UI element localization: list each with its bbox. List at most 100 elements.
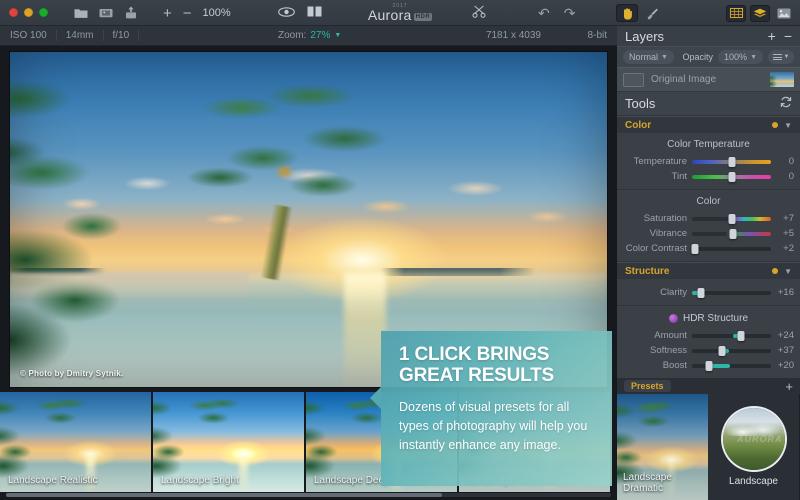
chevron-down-icon: ▼: [750, 53, 757, 61]
opacity-value: 100%: [724, 52, 748, 62]
group-title: Color Temperature: [667, 139, 750, 150]
filmstrip-item-0[interactable]: Landscape Realistic: [0, 392, 151, 492]
zoom-in-button[interactable]: +: [163, 6, 172, 21]
slider-clarity[interactable]: Clarity +16: [617, 285, 800, 300]
hand-tool-button[interactable]: [616, 4, 638, 22]
group-title: Color: [696, 196, 721, 207]
layer-row-original[interactable]: Original Image: [617, 67, 800, 92]
hamburger-icon: [772, 54, 782, 60]
slider-label: Softness: [650, 345, 687, 356]
slider-label: Color Contrast: [625, 243, 687, 254]
slider-color-contrast[interactable]: Color Contrast +2: [617, 241, 800, 256]
preset-label: Landscape: [729, 475, 778, 487]
reset-icon[interactable]: [780, 96, 792, 111]
zoom-button[interactable]: [39, 8, 48, 17]
slider-amount[interactable]: Amount +24: [617, 328, 800, 343]
layer-controls: Normal ▼ Opacity 100% ▼ ▼: [617, 46, 800, 67]
slider-value: +37: [777, 345, 794, 356]
zoom-selector[interactable]: Zoom: 27% ▼: [278, 30, 341, 41]
slider-track[interactable]: [692, 287, 771, 298]
layer-menu-button[interactable]: ▼: [768, 50, 794, 64]
group-title: HDR Structure: [682, 313, 748, 324]
close-button[interactable]: [9, 8, 18, 17]
slider-vibrance[interactable]: Vibrance +5: [617, 226, 800, 241]
image-dimensions: 7181 x 4039: [485, 30, 541, 41]
undo-button[interactable]: ↶: [538, 5, 550, 22]
slider-boost[interactable]: Boost +20: [617, 358, 800, 373]
opacity-select[interactable]: 100% ▼: [718, 50, 763, 64]
section-header-color[interactable]: Color ▼: [617, 116, 800, 133]
slider-track[interactable]: [692, 330, 771, 341]
preset-cell-landscape[interactable]: AURORA Landscape: [708, 394, 799, 500]
slider-value: 0: [788, 171, 794, 182]
aurora-hdr-window: + − 100% 2017 Aurora HDR ↶ ↷ ISO 100 14m…: [0, 0, 800, 500]
zoom-controls: + − 100%: [163, 0, 231, 26]
titlebar: + − 100% 2017 Aurora HDR ↶ ↷: [0, 0, 800, 26]
section-enabled-dot[interactable]: [772, 122, 779, 128]
preset-thumbnail: AURORA: [722, 407, 785, 470]
compare-split-icon[interactable]: [307, 6, 322, 20]
blend-mode-value: Normal: [629, 52, 659, 62]
scissors-icon: [472, 5, 486, 21]
slider-track[interactable]: [692, 345, 771, 356]
slider-temperature[interactable]: Temperature 0: [617, 154, 800, 169]
slider-softness[interactable]: Softness +37: [617, 343, 800, 358]
blend-mode-select[interactable]: Normal ▼: [623, 50, 674, 64]
filmstrip-item-1[interactable]: Landscape Bright: [153, 392, 304, 492]
slider-label: Temperature: [633, 156, 687, 167]
add-preset-button[interactable]: +: [785, 380, 793, 393]
group-color-temperature: Color Temperature Temperature 0 Tint 0: [617, 133, 800, 190]
slider-track[interactable]: [692, 360, 771, 371]
callout-body: Dozens of visual presets for all types o…: [399, 400, 588, 452]
zoom-out-button[interactable]: −: [183, 6, 192, 21]
slider-track[interactable]: [692, 213, 771, 224]
slider-track[interactable]: [692, 171, 771, 182]
brush-tool-button[interactable]: [641, 4, 663, 22]
presets-tab[interactable]: Presets: [624, 380, 671, 392]
zoom-level-label[interactable]: 100%: [203, 7, 231, 19]
histogram-button[interactable]: [726, 4, 746, 22]
section-header-structure[interactable]: Structure ▼: [617, 262, 800, 279]
callout-arrow: [370, 387, 381, 409]
hdr-structure-orb-icon: [668, 314, 678, 323]
group-title-row: HDR Structure: [617, 310, 800, 328]
folder-icon[interactable]: [70, 4, 92, 22]
minimize-button[interactable]: [24, 8, 33, 17]
chevron-down-icon: ▼: [334, 32, 342, 39]
slider-label: Amount: [654, 330, 687, 341]
slider-value: +7: [783, 213, 794, 224]
export-icon[interactable]: [120, 4, 142, 22]
view-toolbar: [278, 0, 322, 26]
image-button[interactable]: [774, 5, 794, 22]
edit-tools: [616, 0, 663, 26]
zoom-label: Zoom:: [278, 30, 307, 41]
tools-title: Tools: [625, 96, 656, 111]
slider-track[interactable]: [692, 156, 771, 167]
eye-icon[interactable]: [278, 6, 295, 20]
section-enabled-dot[interactable]: [772, 268, 779, 274]
layers-button[interactable]: [750, 4, 770, 22]
slider-label: Clarity: [660, 287, 687, 298]
callout-heading: 1 CLICK BRINGS GREAT RESULTS: [399, 344, 555, 386]
traffic-lights[interactable]: [0, 8, 48, 17]
slider-saturation[interactable]: Saturation +7: [617, 211, 800, 226]
slider-track[interactable]: [692, 228, 771, 239]
section-title: Structure: [625, 265, 670, 277]
open-image-icon[interactable]: [95, 4, 117, 22]
iso-value: ISO 100: [10, 30, 57, 41]
slider-track[interactable]: [691, 243, 771, 254]
zoom-percent-value: 27%: [310, 30, 331, 41]
crop-tool-button[interactable]: [472, 0, 486, 26]
brand-badge: HDR: [413, 13, 433, 21]
layers-panel-header: Layers + −: [617, 26, 800, 46]
slider-tint[interactable]: Tint 0: [617, 169, 800, 184]
filmstrip-scrollbar[interactable]: [6, 493, 611, 497]
preset-cell-dramatic[interactable]: Landscape Dramatic: [617, 394, 708, 500]
redo-button[interactable]: ↷: [564, 5, 576, 22]
slider-value: +5: [783, 228, 794, 239]
add-layer-button[interactable]: +: [768, 29, 776, 43]
exif-metadata: ISO 100 14mm f/10: [0, 30, 140, 41]
tools-panel-header: Tools: [617, 92, 800, 116]
remove-layer-button[interactable]: −: [784, 29, 792, 43]
image-info-bar: ISO 100 14mm f/10 Zoom: 27% ▼ 7181 x 403…: [0, 26, 617, 46]
